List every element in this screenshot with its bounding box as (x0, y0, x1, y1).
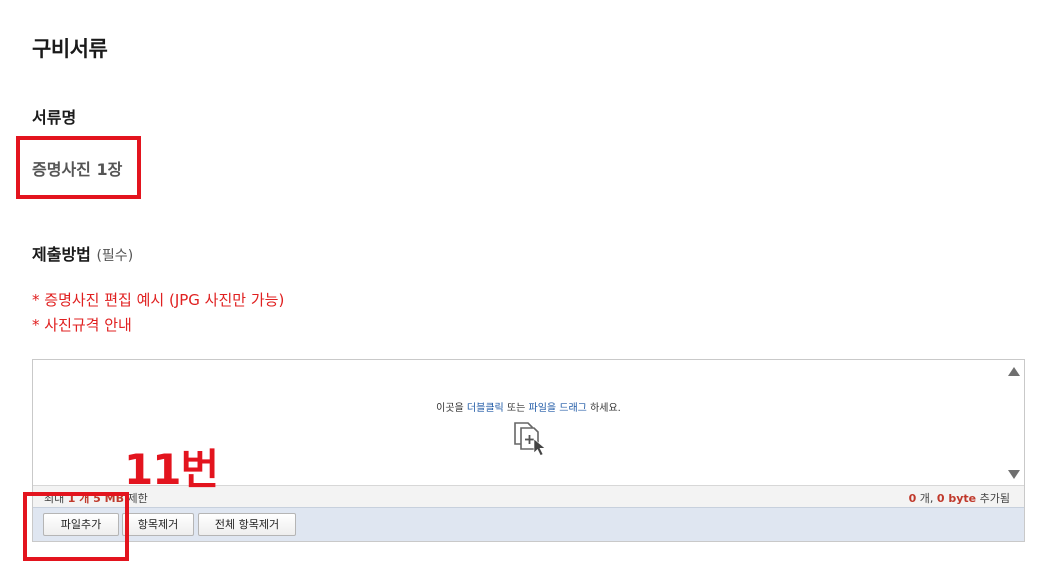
added-suffix: 추가됨 (976, 492, 1010, 505)
drop-text-dblclick: 더블클릭 (466, 403, 504, 414)
drop-instructions: 이곳을 더블클릭 또는 파일을 드래그 하세요. (33, 399, 1024, 414)
add-file-highlight-box (23, 492, 129, 561)
submit-method-label: 제출방법 (32, 245, 91, 264)
drop-text-suffix: 하세요. (586, 403, 621, 414)
uploader-button-bar: 파일추가 항목제거 전체 항목제거 (33, 507, 1024, 541)
remove-all-items-button[interactable]: 전체 항목제거 (198, 513, 296, 536)
drop-text-mid: 또는 (503, 403, 529, 414)
submit-method-heading: 제출방법 (필수) (32, 241, 133, 265)
added-count-unit: 개, (916, 492, 937, 505)
scroll-down-icon[interactable] (1008, 470, 1020, 479)
added-size: 0 byte (936, 492, 977, 505)
photo-edit-example-link[interactable]: * 증명사진 편집 예시 (JPG 사진만 가능) (32, 289, 284, 310)
scroll-up-icon[interactable] (1008, 367, 1020, 376)
annotation-label: 11번 (124, 445, 219, 494)
doc-section-label: 서류명 (32, 108, 77, 127)
required-badge: (필수) (96, 248, 134, 264)
added-summary: 0 개, 0 byte 추가됨 (909, 490, 1010, 506)
drop-text-prefix: 이곳을 (436, 403, 467, 414)
photo-spec-guide-link[interactable]: * 사진규격 안내 (32, 314, 132, 335)
drop-text-drag: 파일을 드래그 (528, 403, 587, 414)
doc-name-highlight-box (16, 136, 141, 199)
page-title: 구비서류 (32, 37, 108, 61)
file-add-icon (514, 422, 546, 456)
remove-item-button[interactable]: 항목제거 (122, 513, 194, 536)
